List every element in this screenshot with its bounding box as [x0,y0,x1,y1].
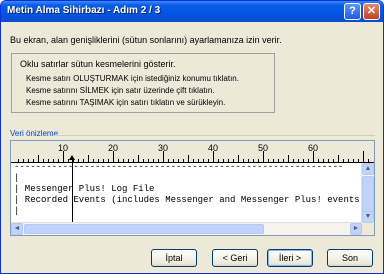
scroll-down-icon[interactable]: ▼ [362,211,374,223]
scroll-up-icon[interactable]: ▲ [362,163,374,175]
intro-text: Bu ekran, alan genişliklerini (sütun son… [10,35,282,45]
ruler-label-40: 40 [208,143,219,153]
finish-button[interactable]: Son [327,249,373,267]
data-preview[interactable]: 10 20 30 40 50 60 ----------------------… [10,140,375,236]
preview-line: | Messenger Plus! Log File [14,184,155,194]
cancel-button[interactable]: İptal [151,249,197,267]
horizontal-scroll-thumb[interactable] [24,224,264,234]
title-bar: Metin Alma Sihirbazı - Adım 2 / 3 ? ✕ [1,1,383,22]
ruler-label-30: 30 [158,143,169,153]
group-divider [53,135,375,136]
column-break-line[interactable] [72,159,73,223]
instructions-heading: Oklu satırlar sütun kesmelerini gösterir… [20,59,176,69]
scrollbar-corner [362,223,374,235]
scroll-left-icon[interactable]: ◄ [11,223,23,235]
vertical-scroll-thumb[interactable] [362,176,374,214]
instruction-create: Kesme satırı OLUŞTURMAK için istediğiniz… [26,74,239,83]
column-ruler[interactable]: 10 20 30 40 50 60 [11,141,374,163]
preview-line: | Recorded Events (includes Messenger an… [14,195,366,205]
preview-line: | [14,173,20,183]
window-title: Metin Alma Sihirbazı - Adım 2 / 3 [7,5,161,16]
wizard-window: Metin Alma Sihirbazı - Adım 2 / 3 ? ✕ Bu… [0,0,384,274]
back-button[interactable]: < Geri [212,249,258,267]
next-button[interactable]: İleri > [267,249,313,267]
instruction-move: Kesme satırını TAŞIMAK için satırı tıkla… [26,98,226,107]
preview-line: | [14,206,20,216]
preview-content[interactable]: ----------------------------------------… [11,162,366,223]
scroll-right-icon[interactable]: ► [350,223,362,235]
ruler-label-20: 20 [108,143,119,153]
preview-line: ----------------------------------------… [14,162,344,172]
help-button[interactable]: ? [344,3,361,20]
horizontal-scrollbar[interactable]: ◄ ► [11,222,362,235]
ruler-label-50: 50 [258,143,269,153]
ruler-label-10: 10 [58,143,69,153]
instructions-box: Oklu satırlar sütun kesmelerini gösterir… [11,53,275,113]
preview-label: Veri önizleme [10,129,59,138]
ruler-label-60: 60 [308,143,319,153]
instruction-delete: Kesme satırını SİLMEK için satır üzerind… [26,86,215,95]
close-button[interactable]: ✕ [363,3,380,20]
wizard-body: Bu ekran, alan genişliklerini (sütun son… [1,22,383,273]
